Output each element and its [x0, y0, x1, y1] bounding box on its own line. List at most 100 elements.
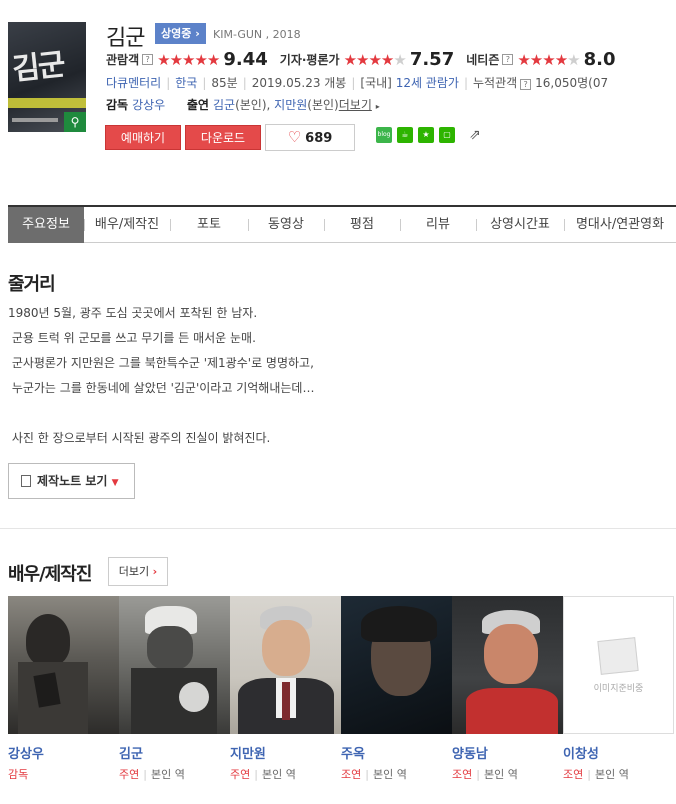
- cast-photo[interactable]: [452, 596, 563, 734]
- cast-role-2: (본인): [307, 98, 339, 112]
- cast-photo[interactable]: [230, 596, 341, 734]
- cast-role: 조연 | 본인 역: [341, 768, 407, 781]
- like-button[interactable]: ♡ 689: [265, 124, 355, 151]
- poster-band: [8, 98, 86, 108]
- like-count: 689: [305, 131, 333, 146]
- reserve-button[interactable]: 예매하기: [105, 125, 181, 150]
- cast-name[interactable]: 김군: [119, 743, 230, 762]
- cast-more-button[interactable]: 더보기 ›: [108, 557, 168, 586]
- no-image-icon: [597, 637, 639, 675]
- critic-rating-label: 기자·평론가: [279, 53, 340, 67]
- synopsis-line: 군용 트럭 위 군모를 쓰고 무기를 든 매서운 눈매.: [8, 331, 256, 345]
- movie-title: 김군: [106, 26, 145, 51]
- netizen-score: 8.0: [583, 49, 616, 70]
- netizen-stars: ★★★★★: [517, 50, 580, 69]
- audience-stars: ★★★★★: [157, 50, 220, 69]
- help-icon[interactable]: ?: [142, 54, 154, 65]
- synopsis-line: 1980년 5월, 광주 도심 곳곳에서 포착된 한 남자.: [8, 306, 258, 320]
- share-arrow-icon[interactable]: ⇗: [469, 127, 481, 143]
- tab-rating[interactable]: 평점: [324, 207, 400, 243]
- genre-link[interactable]: 다큐멘터리: [106, 76, 161, 90]
- cast-link-2[interactable]: 지만원: [274, 98, 307, 112]
- help-icon[interactable]: ?: [520, 79, 532, 90]
- synopsis-heading: 줄거리: [8, 274, 56, 295]
- cast-role: 조연 | 본인 역: [452, 768, 518, 781]
- grade-link[interactable]: 12세 관람가: [396, 76, 459, 90]
- audience-count: 16,050명(07: [535, 76, 609, 90]
- bookmark-star-icon[interactable]: ★: [418, 127, 434, 143]
- synopsis-text: 1980년 5월, 광주 도심 곳곳에서 포착된 한 남자. 군용 트럭 위 군…: [8, 301, 648, 451]
- chevron-right-icon: ›: [152, 565, 158, 578]
- production-note-button[interactable]: 제작노트 보기 ▼: [8, 463, 135, 499]
- netizen-rating-label: 네티즌: [466, 53, 500, 67]
- cast-role: 조연 | 본인 역: [563, 768, 629, 781]
- no-image-text: 이미지준비중: [593, 684, 644, 694]
- cast-role: 주연 | 본인 역: [230, 768, 296, 781]
- synopsis-line: 사진 한 장으로부터 시작된 광주의 진실이 밝혀진다.: [8, 431, 271, 445]
- country-link[interactable]: 한국: [175, 76, 197, 90]
- poster-caption: [12, 118, 58, 122]
- cast-member[interactable]: 양동남 조연 | 본인 역: [452, 596, 563, 782]
- tab-review[interactable]: 리뷰: [400, 207, 476, 243]
- square-share-icon[interactable]: ▢: [439, 127, 455, 143]
- cast-member[interactable]: 지만원 주연 | 본인 역: [230, 596, 341, 782]
- help-icon[interactable]: ?: [502, 54, 514, 65]
- document-icon: [21, 475, 31, 487]
- cast-photo[interactable]: [119, 596, 230, 734]
- cast-name[interactable]: 주옥: [341, 743, 452, 762]
- director-label: 감독: [106, 98, 129, 112]
- blog-share-icon[interactable]: blog: [376, 127, 392, 143]
- section-divider: [0, 528, 676, 529]
- cast-photo[interactable]: [341, 596, 452, 734]
- tab-photo[interactable]: 포토: [170, 207, 248, 243]
- cast-list: 강상우 감독 김군 주연 | 본인 역 지만원 주연 | 본인 역 주옥 조연 | 본인 역: [8, 596, 674, 782]
- director-link[interactable]: 강상우: [132, 98, 165, 112]
- critic-stars: ★★★★★: [343, 50, 407, 69]
- tab-main-info[interactable]: 주요정보: [8, 207, 84, 243]
- cast-name[interactable]: 강상우: [8, 743, 119, 762]
- grade-prefix: [국내]: [360, 76, 392, 90]
- cast-link-1[interactable]: 김군: [213, 98, 235, 112]
- critic-score: 7.57: [409, 49, 455, 70]
- tab-lines-related[interactable]: 명대사/연관영화: [564, 207, 676, 243]
- movie-info-row: 다큐멘터리 | 한국 | 85분 | 2019.05.23 개봉 | [국내] 12세 관람가 |…: [106, 76, 609, 90]
- rating-row: 관람객 ? ★★★★★ 9.44 기자·평론가 ★★★★★ 7.57 네티즌 ?…: [106, 49, 628, 70]
- movie-subtitle: KIM-GUN , 2018: [213, 28, 301, 41]
- cast-member[interactable]: 강상우 감독: [8, 596, 119, 782]
- cast-member[interactable]: 이미지준비중 이창성 조연 | 본인 역: [563, 596, 674, 782]
- share-icons: blog ☕ ★ ▢ ⇗: [376, 127, 481, 143]
- tab-showtimes[interactable]: 상영시간표: [476, 207, 564, 243]
- cast-name[interactable]: 양동남: [452, 743, 563, 762]
- runtime: 85분: [211, 76, 238, 90]
- cast-role: 감독: [8, 768, 29, 781]
- cast-name[interactable]: 이창성: [563, 743, 674, 762]
- audience-label: 누적관객: [472, 76, 518, 90]
- tab-bar: 주요정보 배우/제작진 포토 동영상 평점 리뷰 상영시간표 명대사/연관영화: [8, 205, 676, 243]
- status-badge[interactable]: 상영중 ›: [155, 23, 206, 44]
- movie-poster[interactable]: 김군 ⚲: [8, 22, 86, 132]
- cast-member[interactable]: 김군 주연 | 본인 역: [119, 596, 230, 782]
- zoom-icon[interactable]: ⚲: [64, 112, 86, 132]
- cast-photo[interactable]: [8, 596, 119, 734]
- cast-heading: 배우/제작진: [8, 564, 92, 585]
- heart-icon: ♡: [287, 128, 302, 146]
- credits-more-link[interactable]: 더보기: [339, 98, 372, 112]
- synopsis-line: 누군가는 그를 한동네에 살았던 '김군'이라고 기억해내는데…: [8, 381, 315, 395]
- tab-cast-crew[interactable]: 배우/제작진: [84, 207, 170, 243]
- cast-name[interactable]: 지만원: [230, 743, 341, 762]
- synopsis-line: [8, 401, 648, 426]
- credits-row: 감독 강상우 출연 김군(본인), 지만원(본인)더보기 ▸: [106, 98, 380, 112]
- caret-down-icon: ▼: [111, 478, 119, 488]
- download-button[interactable]: 다운로드: [185, 125, 261, 150]
- cast-label: 출연: [186, 98, 209, 112]
- cast-role-1: (본인),: [235, 98, 271, 112]
- synopsis-line: 군사평론가 지만원은 그를 북한특수군 '제1광수'로 명명하고,: [8, 356, 314, 370]
- poster-title: 김군: [10, 47, 66, 88]
- release-date-link[interactable]: 2019.05.23 개봉: [252, 76, 347, 90]
- cast-role: 주연 | 본인 역: [119, 768, 185, 781]
- audience-rating-label: 관람객: [106, 53, 140, 67]
- cast-photo-placeholder[interactable]: 이미지준비중: [563, 596, 674, 734]
- cafe-share-icon[interactable]: ☕: [397, 127, 413, 143]
- cast-member[interactable]: 주옥 조연 | 본인 역: [341, 596, 452, 782]
- tab-video[interactable]: 동영상: [248, 207, 324, 243]
